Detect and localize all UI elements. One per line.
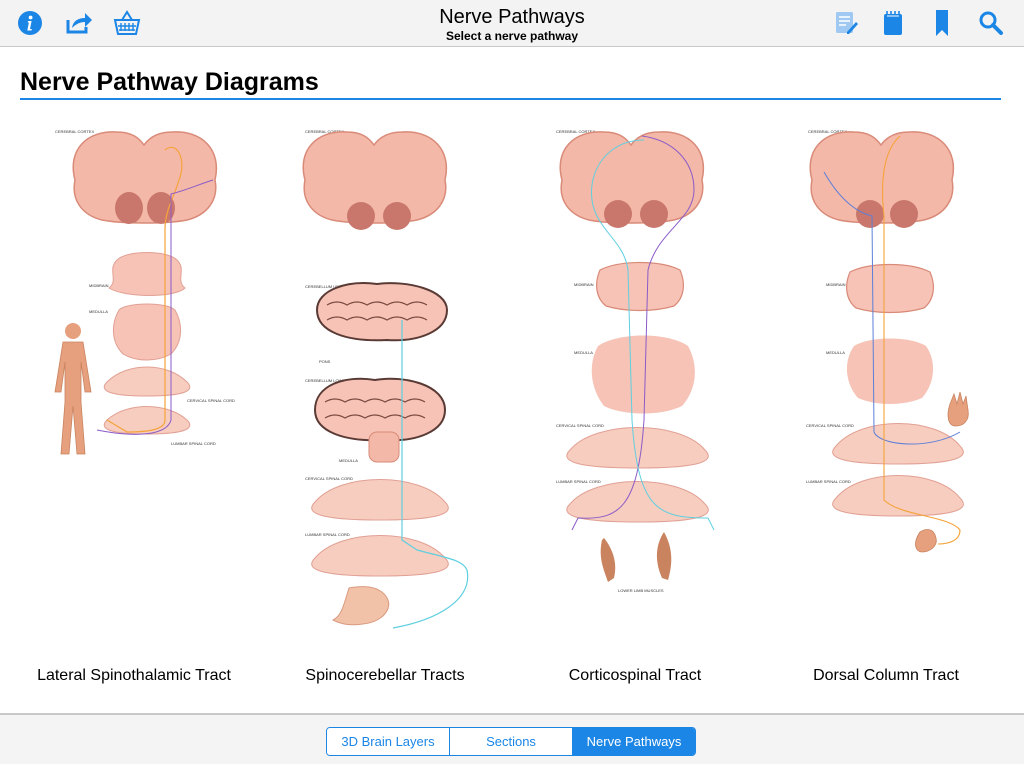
diagram-label: MIDBRAIN bbox=[89, 283, 109, 288]
dorsal-column-diagram[interactable]: CEREBRAL CORTEX MIDBRAIN MEDULLA CERVICA… bbox=[800, 120, 1000, 650]
top-navigation-bar: Nerve Pathways Select a nerve pathway bbox=[0, 0, 1024, 47]
bottom-toolbar: 3D Brain Layers Sections Nerve Pathways bbox=[0, 713, 1024, 764]
tab-sections[interactable]: Sections bbox=[450, 728, 573, 755]
diagram-label: LUMBAR SPINAL CORD bbox=[806, 479, 851, 484]
diagram-label: CERVICAL SPINAL CORD bbox=[187, 398, 235, 403]
diagram-label: MIDBRAIN bbox=[574, 282, 594, 287]
diagram-label: MIDBRAIN bbox=[826, 282, 846, 287]
section-title: Nerve Pathway Diagrams bbox=[20, 68, 319, 96]
diagram-label: CEREBRAL CORTEX bbox=[55, 129, 94, 134]
diagram-label: LUMBAR SPINAL CORD bbox=[556, 479, 601, 484]
diagram-label: MEDULLA bbox=[339, 458, 358, 463]
diagram-label: LOWER LIMB MUSCLES bbox=[618, 588, 664, 593]
diagram-label: LUMBAR SPINAL CORD bbox=[305, 532, 350, 537]
view-segmented-control: 3D Brain Layers Sections Nerve Pathways bbox=[326, 727, 696, 756]
diagram-label: CERVICAL SPINAL CORD bbox=[305, 476, 353, 481]
diagram-label: MEDULLA bbox=[89, 309, 108, 314]
spinocerebellar-diagram[interactable]: CEREBRAL CORTEX CEREBELLUM UPPER PONS CE… bbox=[297, 120, 497, 650]
page-subtitle: Select a nerve pathway bbox=[445, 29, 579, 43]
diagram-label: CERVICAL SPINAL CORD bbox=[556, 423, 604, 428]
lateral-spinothalamic-diagram[interactable]: CEREBRAL CORTEX MIDBRAIN MEDULLA CERVICA… bbox=[47, 120, 247, 650]
diagram-label: LUMBAR SPINAL CORD bbox=[171, 441, 216, 446]
diagram-label: MEDULLA bbox=[574, 350, 593, 355]
diagram-label: MEDULLA bbox=[826, 350, 845, 355]
diagram-caption[interactable]: Spinocerebellar Tracts bbox=[265, 667, 505, 685]
diagram-caption[interactable]: Lateral Spinothalamic Tract bbox=[14, 667, 254, 685]
tab-nerve-pathways[interactable]: Nerve Pathways bbox=[573, 728, 695, 755]
notes-icon[interactable] bbox=[832, 9, 860, 37]
human-body-figure bbox=[54, 323, 92, 455]
tab-3d-brain-layers[interactable]: 3D Brain Layers bbox=[327, 728, 450, 755]
diagram-label: CERVICAL SPINAL CORD bbox=[806, 423, 854, 428]
section-divider bbox=[20, 98, 1001, 100]
notepad-icon[interactable] bbox=[879, 9, 907, 37]
diagram-label: PONS bbox=[319, 359, 331, 364]
diagram-caption[interactable]: Dorsal Column Tract bbox=[766, 667, 1006, 685]
bookmark-icon[interactable] bbox=[928, 9, 956, 37]
corticospinal-diagram[interactable]: CEREBRAL CORTEX MIDBRAIN MEDULLA CERVICA… bbox=[548, 120, 748, 650]
diagram-caption[interactable]: Corticospinal Tract bbox=[515, 667, 755, 685]
search-icon[interactable] bbox=[977, 9, 1005, 37]
page-title: Nerve Pathways bbox=[439, 6, 585, 28]
